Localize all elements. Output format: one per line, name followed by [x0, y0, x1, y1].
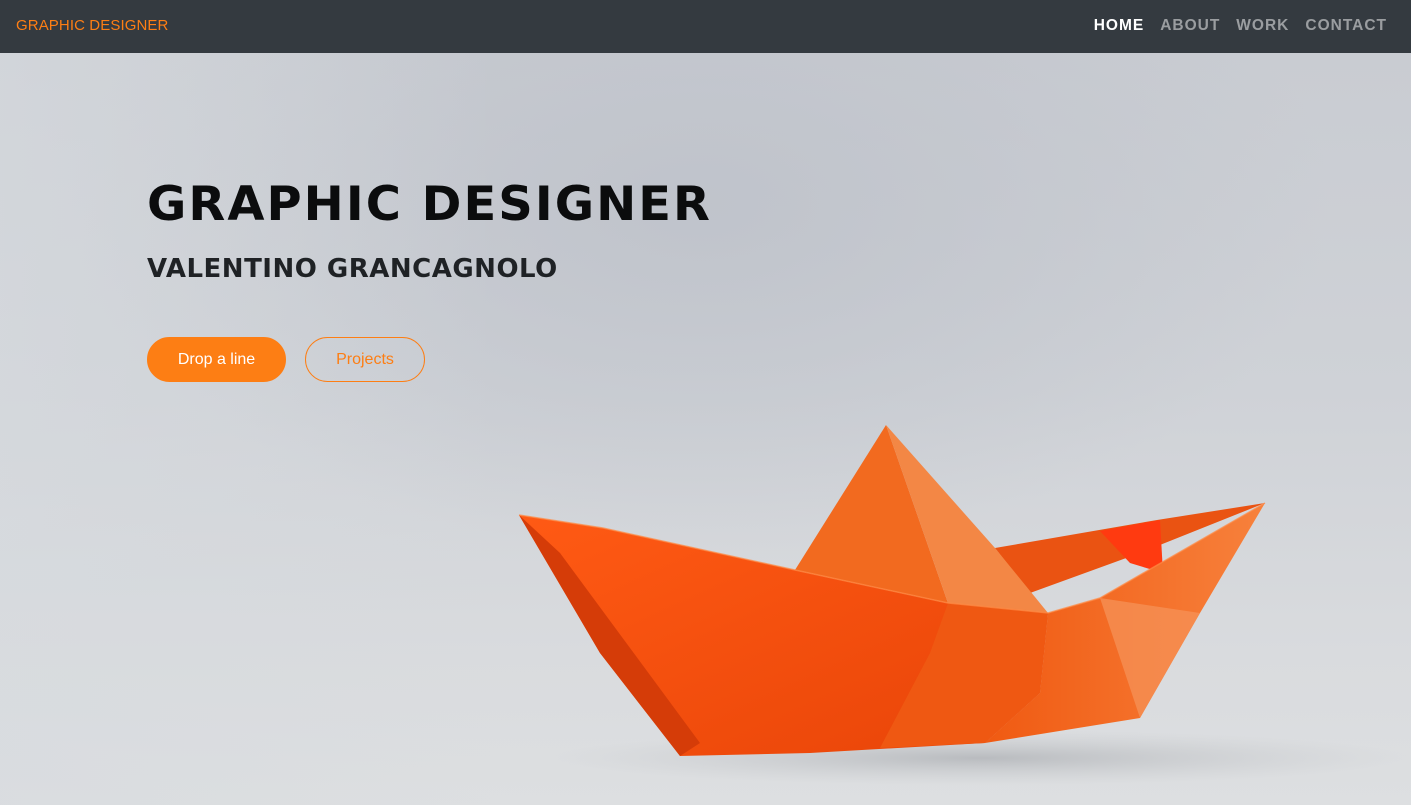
- hero-title: GRAPHIC DESIGNER: [147, 177, 713, 232]
- drop-a-line-button[interactable]: Drop a line: [147, 337, 286, 382]
- nav-item-work: WORK: [1236, 17, 1289, 35]
- nav-item-about: ABOUT: [1160, 17, 1220, 35]
- nav-item-contact: CONTACT: [1305, 17, 1387, 35]
- hero-subtitle: VALENTINO GRANCAGNOLO: [147, 254, 558, 284]
- nav-link-work[interactable]: WORK: [1236, 17, 1289, 34]
- nav-link-about[interactable]: ABOUT: [1160, 17, 1220, 34]
- nav-link-contact[interactable]: CONTACT: [1305, 17, 1387, 34]
- nav-item-home: HOME: [1094, 17, 1145, 35]
- nav-menu: HOME ABOUT WORK CONTACT: [1094, 17, 1387, 35]
- navbar: GRAPHIC DESIGNER HOME ABOUT WORK CONTACT: [0, 0, 1411, 53]
- nav-link-home[interactable]: HOME: [1094, 17, 1145, 34]
- navbar-brand[interactable]: GRAPHIC DESIGNER: [16, 17, 168, 34]
- paper-boat-image: [518, 425, 1410, 786]
- hero-section: GRAPHIC DESIGNER VALENTINO GRANCAGNOLO D…: [0, 53, 1411, 805]
- projects-button[interactable]: Projects: [305, 337, 425, 382]
